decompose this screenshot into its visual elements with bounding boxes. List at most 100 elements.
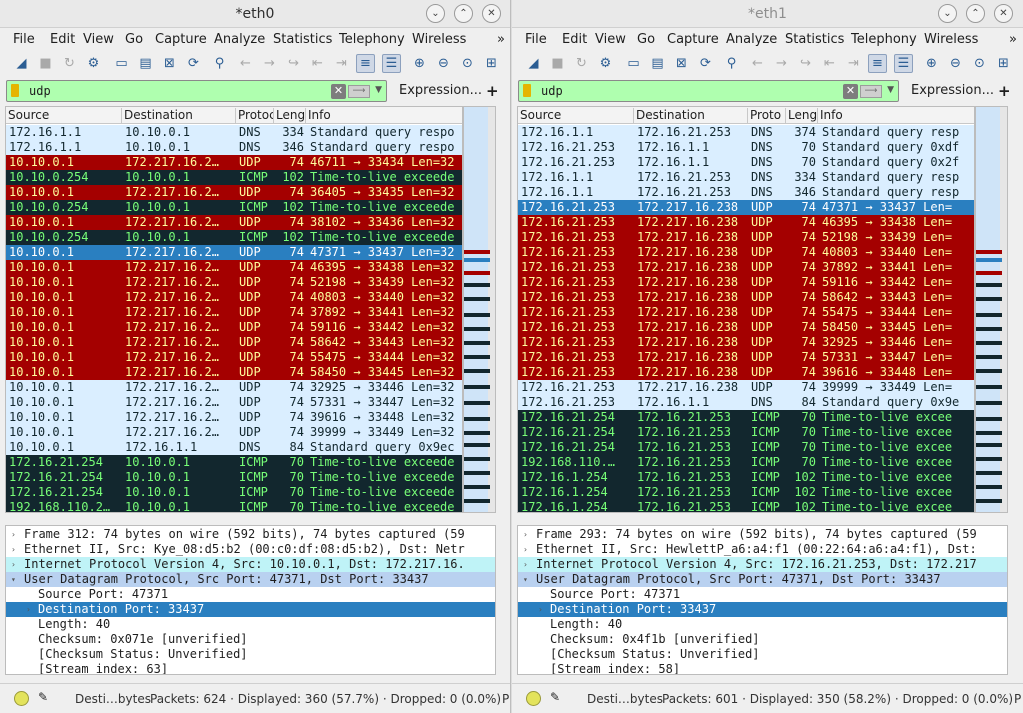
detail-row[interactable]: [Checksum Status: Unverified] xyxy=(6,647,495,662)
go-to-packet-icon[interactable]: ↪ xyxy=(796,54,815,73)
packet-row[interactable]: 10.10.0.1 172.16.1.1 DNS 84 Standard query 0… xyxy=(6,440,462,455)
restart-icon[interactable]: ↻ xyxy=(572,54,591,73)
packet-row[interactable]: 172.16.21.253 172.217.16.238 UDP 74 39999 → … xyxy=(518,380,974,395)
detail-row[interactable]: ▾ User Datagram Protocol, Src Port: 47371… xyxy=(518,572,1007,587)
minimize-button[interactable]: ⌄ xyxy=(938,4,957,23)
packet-row[interactable]: 192.168.110.… 172.16.21.253 ICMP 70 Time-to-… xyxy=(518,455,974,470)
menu-file[interactable]: File xyxy=(525,32,547,47)
shark-fin-start-icon[interactable]: ◢ xyxy=(524,54,543,73)
menu-go[interactable]: Go xyxy=(637,32,655,47)
menu-wireless[interactable]: Wireless xyxy=(412,32,466,47)
packet-row[interactable]: 10.10.0.254 10.10.0.1 ICMP 102 Time-to-live … xyxy=(6,200,462,215)
menu-overflow-button[interactable]: » xyxy=(1009,32,1017,47)
packet-minimap[interactable] xyxy=(975,106,1008,531)
detail-row[interactable]: Checksum: 0x071e [unverified] xyxy=(6,632,495,647)
colorize-icon[interactable]: ☰ xyxy=(894,54,913,73)
packet-row[interactable]: 10.10.0.1 172.217.16.2… UDP 74 57331 → 33447… xyxy=(6,395,462,410)
maximize-button[interactable]: ⌃ xyxy=(966,4,985,23)
options-gear-icon[interactable]: ⚙ xyxy=(84,54,103,73)
detail-row[interactable]: [Stream index: 63] xyxy=(6,662,495,674)
packet-row[interactable]: 172.16.21.254 10.10.0.1 ICMP 70 Time-to-live… xyxy=(6,485,462,500)
expression-button[interactable]: Expression... xyxy=(399,83,482,98)
collapsed-arrow-icon[interactable]: › xyxy=(11,557,16,572)
colorize-icon[interactable]: ☰ xyxy=(382,54,401,73)
packet-row[interactable]: 10.10.0.1 172.217.16.2… UDP 74 37892 → 33441… xyxy=(6,305,462,320)
stop-icon[interactable]: ■ xyxy=(548,54,567,73)
packet-row[interactable]: 10.10.0.1 172.217.16.2… UDP 74 32925 → 33446… xyxy=(6,380,462,395)
autoscroll-icon[interactable]: ≡ xyxy=(356,54,375,73)
packet-row[interactable]: 172.16.1.1 10.10.0.1 DNS 334 Standard query … xyxy=(6,125,462,140)
packet-row[interactable]: 172.16.1.1 172.16.21.253 DNS 334 Standard qu… xyxy=(518,170,974,185)
detail-row[interactable]: › Ethernet II, Src: HewlettP_a6:a4:f1 (00… xyxy=(518,542,1007,557)
zoom-out-icon[interactable]: ⊖ xyxy=(946,54,965,73)
packet-row[interactable]: 172.16.21.253 172.217.16.238 UDP 74 57331 → … xyxy=(518,350,974,365)
expression-button[interactable]: Expression... xyxy=(911,83,994,98)
zoom-in-icon[interactable]: ⊕ xyxy=(410,54,429,73)
display-filter-input[interactable]: udp ✕ ⟶ ▼ xyxy=(518,80,899,102)
column-header-info[interactable]: Info xyxy=(306,108,462,124)
go-back-icon[interactable]: ← xyxy=(748,54,767,73)
minimize-button[interactable]: ⌄ xyxy=(426,4,445,23)
column-header-leng[interactable]: Leng xyxy=(274,108,306,124)
add-filter-button[interactable]: + xyxy=(998,82,1011,100)
packet-row[interactable]: 172.16.21.253 172.217.16.238 UDP 74 59116 → … xyxy=(518,275,974,290)
bookmark-icon[interactable] xyxy=(11,84,19,97)
horizontal-scrollbar[interactable] xyxy=(517,513,1008,523)
column-header-source[interactable]: Source xyxy=(518,108,634,124)
packet-row[interactable]: 172.16.1.254 172.16.21.253 ICMP 102 Time-to-… xyxy=(518,485,974,500)
capture-comment-icon[interactable]: ✎ xyxy=(550,690,565,705)
packet-row[interactable]: 10.10.0.1 172.217.16.2… UDP 74 46395 → 33438… xyxy=(6,260,462,275)
menu-telephony[interactable]: Telephony xyxy=(339,32,405,47)
status-profile[interactable]: P xyxy=(502,692,509,706)
packet-row[interactable]: 10.10.0.1 172.217.16.2… UDP 74 58642 → 33443… xyxy=(6,335,462,350)
menu-analyze[interactable]: Analyze xyxy=(726,32,777,47)
packet-row[interactable]: 172.16.1.254 172.16.21.253 ICMP 102 Time-to-… xyxy=(518,500,974,512)
open-folder-icon[interactable]: ▭ xyxy=(624,54,643,73)
first-packet-icon[interactable]: ⇤ xyxy=(820,54,839,73)
packet-row[interactable]: 172.16.21.253 172.217.16.238 UDP 74 40803 → … xyxy=(518,245,974,260)
clear-filter-icon[interactable]: ✕ xyxy=(331,84,346,99)
save-file-icon[interactable]: ▤ xyxy=(648,54,667,73)
stop-icon[interactable]: ■ xyxy=(36,54,55,73)
open-folder-icon[interactable]: ▭ xyxy=(112,54,131,73)
packet-row[interactable]: 10.10.0.1 172.217.16.2… UDP 74 46711 → 33434… xyxy=(6,155,462,170)
clear-filter-icon[interactable]: ✕ xyxy=(843,84,858,99)
collapsed-arrow-icon[interactable]: › xyxy=(538,602,543,617)
packet-row[interactable]: 172.16.21.253 172.217.16.238 UDP 74 58450 → … xyxy=(518,320,974,335)
menu-capture[interactable]: Capture xyxy=(155,32,207,47)
zoom-in-icon[interactable]: ⊕ xyxy=(922,54,941,73)
detail-row[interactable]: Length: 40 xyxy=(518,617,1007,632)
column-header-lengt[interactable]: Lengt xyxy=(786,108,818,124)
find-icon[interactable]: ⚲ xyxy=(210,54,229,73)
normal-size-icon[interactable]: ⊙ xyxy=(970,54,989,73)
last-packet-icon[interactable]: ⇥ xyxy=(332,54,351,73)
packet-row[interactable]: 10.10.0.254 10.10.0.1 ICMP 102 Time-to-live … xyxy=(6,170,462,185)
packet-row[interactable]: 172.16.21.253 172.217.16.238 UDP 74 37892 → … xyxy=(518,260,974,275)
menu-go[interactable]: Go xyxy=(125,32,143,47)
packet-row[interactable]: 172.16.21.254 10.10.0.1 ICMP 70 Time-to-live… xyxy=(6,470,462,485)
zoom-out-icon[interactable]: ⊖ xyxy=(434,54,453,73)
resize-columns-icon[interactable]: ⊞ xyxy=(482,54,501,73)
detail-row[interactable]: › Frame 312: 74 bytes on wire (592 bits),… xyxy=(6,527,495,542)
resize-columns-icon[interactable]: ⊞ xyxy=(994,54,1013,73)
menu-view[interactable]: View xyxy=(83,32,114,47)
packet-row[interactable]: 10.10.0.1 172.217.16.2… UDP 74 39999 → 33449… xyxy=(6,425,462,440)
packet-row[interactable]: 10.10.0.254 10.10.0.1 ICMP 102 Time-to-live … xyxy=(6,230,462,245)
packet-row[interactable]: 172.16.1.1 172.16.21.253 DNS 346 Standard qu… xyxy=(518,185,974,200)
packet-row[interactable]: 10.10.0.1 172.217.16.2… UDP 74 55475 → 33444… xyxy=(6,350,462,365)
packet-row[interactable]: 10.10.0.1 172.217.16.2… UDP 74 40803 → 33440… xyxy=(6,290,462,305)
close-button[interactable]: ✕ xyxy=(994,4,1013,23)
packet-row[interactable]: 10.10.0.1 172.217.16.2… UDP 74 52198 → 33439… xyxy=(6,275,462,290)
reload-icon[interactable]: ⟳ xyxy=(696,54,715,73)
menu-statistics[interactable]: Statistics xyxy=(273,32,332,47)
status-profile[interactable]: P xyxy=(1014,692,1021,706)
packet-row[interactable]: 172.16.21.254 172.16.21.253 ICMP 70 Time-to-… xyxy=(518,410,974,425)
menu-edit[interactable]: Edit xyxy=(562,32,587,47)
packet-row[interactable]: 172.16.21.253 172.217.16.238 UDP 74 58642 → … xyxy=(518,290,974,305)
detail-row[interactable]: Source Port: 47371 xyxy=(6,587,495,602)
collapsed-arrow-icon[interactable]: › xyxy=(523,557,528,572)
detail-row[interactable]: › Internet Protocol Version 4, Src: 172.1… xyxy=(518,557,1007,572)
vertical-scrollbar[interactable] xyxy=(488,107,495,512)
close-file-icon[interactable]: ⊠ xyxy=(160,54,179,73)
packet-row[interactable]: 172.16.21.253 172.16.1.1 DNS 84 Standard que… xyxy=(518,395,974,410)
